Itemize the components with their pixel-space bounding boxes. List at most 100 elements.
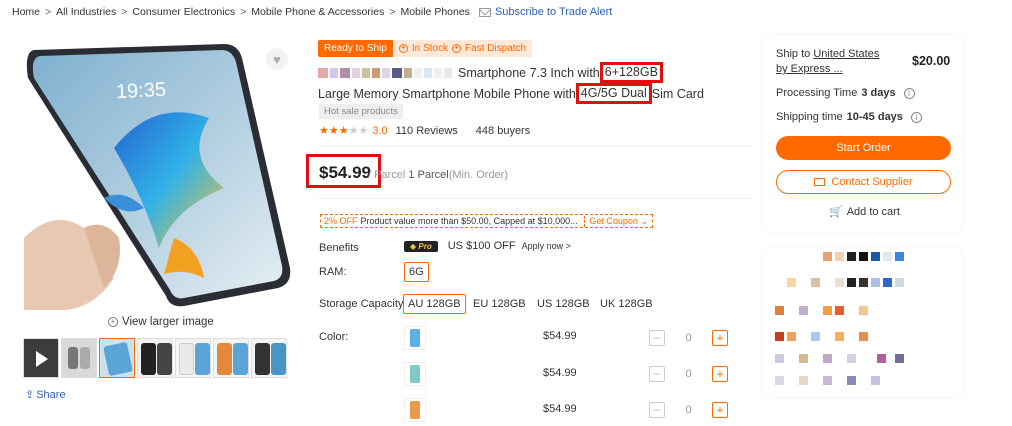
- blurred-pixel: [823, 354, 832, 363]
- pro-label: Pro: [418, 241, 432, 251]
- minus-button[interactable]: −: [649, 402, 665, 418]
- blurred-pixel: [799, 376, 808, 385]
- pro-badge: ◆ Pro: [404, 240, 438, 252]
- blurred-text: [414, 67, 422, 78]
- start-order-button[interactable]: Start Order: [776, 136, 951, 160]
- shipping-label: Shipping time: [776, 111, 843, 123]
- play-icon: [36, 351, 48, 367]
- color-swatch[interactable]: [404, 326, 426, 350]
- blurred-text: [434, 67, 442, 78]
- phone-clock: 19:35: [115, 78, 167, 104]
- buyers-count: 448 buyers: [475, 124, 531, 137]
- blurred-text: [372, 67, 380, 78]
- video-thumbnail[interactable]: [23, 338, 59, 378]
- ram-label: RAM:: [319, 266, 347, 278]
- benefits-label: Benefits: [319, 242, 359, 254]
- blurred-text: [362, 67, 370, 78]
- thumbnail-image[interactable]: [61, 338, 97, 378]
- blurred-pixel: [859, 252, 868, 261]
- quantity-input[interactable]: 0: [665, 404, 712, 416]
- blurred-pixel: [859, 278, 868, 287]
- color-swatch[interactable]: [404, 398, 426, 422]
- subscribe-trade-alert-link[interactable]: Subscribe to Trade Alert: [478, 6, 613, 18]
- share-link[interactable]: ⇪ Share: [25, 388, 66, 402]
- blurred-pixel: [787, 278, 796, 287]
- blurred-pixel: [811, 332, 820, 341]
- storage-label: Storage Capacity:: [319, 298, 407, 310]
- blurred-pixel: [775, 332, 784, 341]
- title-text-part2: Large Memory Smartphone Mobile Phone wit…: [318, 86, 576, 101]
- thumbnail-image[interactable]: [137, 338, 173, 378]
- blurred-pixel: [823, 376, 832, 385]
- blurred-pixel: [895, 278, 904, 287]
- contact-supplier-button[interactable]: Contact Supplier: [776, 170, 951, 194]
- thumbnail-image[interactable]: [251, 338, 287, 378]
- blurred-text: [392, 67, 402, 78]
- thumbnail-image-selected[interactable]: [99, 338, 135, 378]
- blurred-pixel: [871, 252, 880, 261]
- breadcrumb-home[interactable]: Home: [12, 6, 40, 18]
- blurred-pixel: [895, 252, 904, 261]
- product-title: Smartphone 7.3 Inch with 6+128GB Large M…: [318, 62, 738, 104]
- blurred-text: [404, 67, 412, 78]
- add-to-cart-label: Add to cart: [846, 205, 900, 218]
- main-product-image[interactable]: 19:35: [24, 38, 292, 310]
- info-icon[interactable]: i: [903, 87, 915, 99]
- mail-icon: [478, 7, 491, 17]
- chevron-down-icon: ⌄: [640, 215, 648, 226]
- color-swatch[interactable]: [404, 362, 426, 386]
- heart-icon[interactable]: ♥: [266, 48, 288, 70]
- quantity-input[interactable]: 0: [665, 332, 712, 344]
- coupon-banner: 2% OFF Product value more than $50.00, C…: [320, 214, 653, 228]
- view-larger-image-link[interactable]: + View larger image: [108, 316, 214, 328]
- reviews-link[interactable]: 110 Reviews: [396, 125, 458, 137]
- storage-option-us[interactable]: US 128GB: [532, 294, 595, 314]
- fast-dispatch-label: Fast Dispatch: [464, 43, 527, 54]
- title-highlight-memory: 6+128GB: [599, 62, 663, 83]
- breadcrumb-mobile-accessories[interactable]: Mobile Phone & Accessories: [251, 6, 384, 18]
- color-price: $54.99: [543, 403, 577, 415]
- ship-to-country-link[interactable]: United States: [813, 48, 879, 60]
- plus-button[interactable]: +: [712, 366, 728, 382]
- cart-icon: 🛒: [829, 206, 843, 218]
- in-stock-label: In Stock: [411, 43, 448, 54]
- supplier-info-panel-blurred: [763, 248, 962, 396]
- storage-option-eu[interactable]: EU 128GB: [468, 294, 531, 314]
- subscribe-label: Subscribe to Trade Alert: [494, 6, 613, 18]
- minus-button[interactable]: −: [649, 366, 665, 382]
- breadcrumb-consumer-electronics[interactable]: Consumer Electronics: [132, 6, 235, 18]
- breadcrumb-all-industries[interactable]: All Industries: [56, 6, 116, 18]
- add-to-cart-link[interactable]: 🛒 Add to cart: [829, 205, 900, 219]
- minus-button[interactable]: −: [649, 330, 665, 346]
- apply-now-link[interactable]: Apply now >: [522, 241, 571, 251]
- blurred-pixel: [877, 354, 886, 363]
- coupon-text: Product value more than $50.00, Capped a…: [360, 216, 578, 226]
- color-option-row: [404, 398, 426, 422]
- contact-supplier-label: Contact Supplier: [831, 176, 913, 188]
- plus-button[interactable]: +: [712, 330, 728, 346]
- rating-row: ★★★★★ 3.0 110 Reviews 448 buyers: [319, 124, 531, 138]
- quantity-input[interactable]: 0: [665, 368, 712, 380]
- benefits-row: ◆ Pro US $100 OFF Apply now >: [404, 240, 571, 252]
- blurred-pixel: [883, 278, 892, 287]
- title-text-part1: Smartphone 7.3 Inch with: [458, 65, 600, 80]
- blurred-pixel: [835, 278, 844, 287]
- thumbnail-image[interactable]: [213, 338, 249, 378]
- info-icon[interactable]: i: [910, 111, 922, 123]
- star-rating: ★★★★★: [319, 125, 369, 137]
- breadcrumb-mobile-phones[interactable]: Mobile Phones: [400, 6, 469, 18]
- plus-button[interactable]: +: [712, 402, 728, 418]
- shipping-method-link[interactable]: by Express ...: [776, 63, 843, 75]
- thumbnail-image[interactable]: [175, 338, 211, 378]
- min-order-note: (Min. Order): [448, 169, 508, 181]
- get-coupon-button[interactable]: Get Coupon ⌄: [584, 215, 652, 227]
- envelope-icon: [814, 178, 826, 186]
- storage-option-au[interactable]: AU 128GB: [403, 294, 466, 314]
- price-unit: / Parcel: [368, 169, 406, 181]
- storage-option-uk[interactable]: UK 128GB: [595, 294, 658, 314]
- blurred-text: [444, 67, 452, 78]
- min-order: 1 Parcel: [408, 169, 449, 181]
- thumbnail-strip: [23, 338, 287, 378]
- price-unit-row: / Parcel 1 Parcel(Min. Order): [368, 169, 508, 181]
- ram-option-6g[interactable]: 6G: [404, 262, 429, 282]
